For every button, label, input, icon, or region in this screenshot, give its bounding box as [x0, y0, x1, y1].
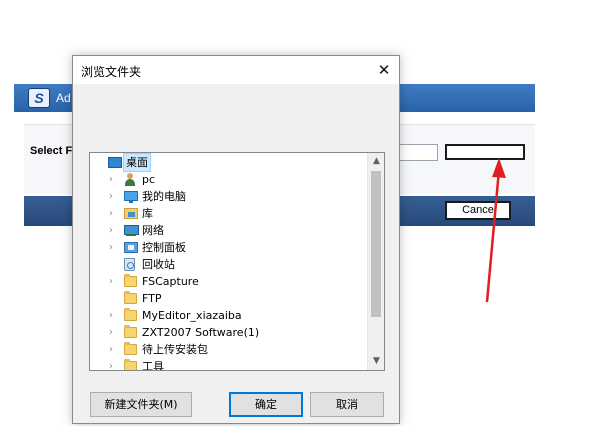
desktop-icon — [108, 157, 122, 168]
folder-icon — [124, 342, 137, 355]
library-icon — [124, 208, 138, 219]
recycle-bin-icon — [124, 258, 135, 271]
app-logo-icon: S — [28, 88, 50, 108]
dialog-title: 浏览文件夹 — [81, 65, 142, 79]
expand-chevron-icon[interactable]: › — [106, 205, 116, 222]
user-icon — [124, 173, 136, 186]
tree-item[interactable]: › 待上传安装包 — [90, 341, 369, 358]
tree-item[interactable]: 桌面 — [90, 153, 369, 172]
tree-item-label: FTP — [142, 292, 162, 305]
tree-scrollbar[interactable]: ▲ ▼ — [367, 153, 384, 370]
tree-item[interactable]: › 库 — [90, 205, 369, 222]
dialog-titlebar: 浏览文件夹 ✕ — [73, 56, 399, 84]
tree-item-label: 网络 — [142, 224, 164, 237]
browse-folder-dialog: 浏览文件夹 ✕ 桌面 › pc › 我的电脑 › 库 › 网络 › 控制面板 回收站 › FSCaptur… — [72, 55, 400, 424]
select-file-label: Select Fi — [30, 145, 76, 157]
scroll-up-icon[interactable]: ▲ — [368, 153, 384, 170]
tree-item-label: 工具 — [142, 360, 164, 371]
close-icon[interactable]: ✕ — [369, 56, 399, 84]
folder-icon — [124, 325, 137, 338]
expand-chevron-icon[interactable]: › — [106, 324, 116, 341]
folder-icon — [124, 274, 137, 287]
folder-icon — [124, 359, 137, 370]
tree-item[interactable]: › pc — [90, 171, 369, 188]
tree-item[interactable]: 回收站 — [90, 256, 369, 273]
tree-item[interactable]: › 控制面板 — [90, 239, 369, 256]
tree-item[interactable]: › 网络 — [90, 222, 369, 239]
new-folder-button[interactable]: 新建文件夹(M) — [90, 392, 192, 417]
scrollbar-thumb[interactable] — [371, 171, 381, 317]
tree-item[interactable]: FTP — [90, 290, 369, 307]
folder-tree[interactable]: 桌面 › pc › 我的电脑 › 库 › 网络 › 控制面板 回收站 › FSCapture FTP › MyE… — [89, 152, 385, 371]
ok-button[interactable]: 确定 — [229, 392, 303, 417]
scroll-down-icon[interactable]: ▼ — [368, 353, 384, 370]
browse-button[interactable] — [445, 144, 525, 160]
expand-chevron-icon[interactable]: › — [106, 358, 116, 370]
tree-item-label: 桌面 — [123, 153, 151, 172]
expand-chevron-icon[interactable]: › — [106, 239, 116, 256]
tree-item-label: FSCapture — [142, 275, 199, 288]
expand-chevron-icon[interactable]: › — [106, 188, 116, 205]
tree-item[interactable]: › 工具 — [90, 358, 369, 371]
tree-item[interactable]: › ZXT2007 Software(1) — [90, 324, 369, 341]
expand-chevron-icon[interactable]: › — [106, 341, 116, 358]
tree-item-label: MyEditor_xiazaiba — [142, 309, 242, 322]
tree-item-label: 回收站 — [142, 258, 175, 271]
computer-icon — [124, 191, 138, 203]
tree-item-label: 控制面板 — [142, 241, 186, 254]
tree-item-label: 待上传安装包 — [142, 343, 208, 356]
control-panel-icon — [124, 242, 138, 253]
tree-item[interactable]: › 我的电脑 — [90, 188, 369, 205]
tree-item-label: 库 — [142, 207, 153, 220]
tree-item[interactable]: › FSCapture — [90, 273, 369, 290]
tree-item-label: ZXT2007 Software(1) — [142, 326, 260, 339]
background-app-title: Ad — [56, 91, 71, 105]
folder-tree-list: 桌面 › pc › 我的电脑 › 库 › 网络 › 控制面板 回收站 › FSCapture FTP › MyE… — [90, 153, 369, 371]
cancel-button[interactable]: 取消 — [310, 392, 384, 417]
folder-icon — [124, 291, 137, 304]
expand-chevron-icon[interactable]: › — [106, 222, 116, 239]
expand-chevron-icon[interactable]: › — [106, 171, 116, 188]
network-icon — [124, 225, 139, 236]
expand-chevron-icon[interactable]: › — [106, 273, 116, 290]
folder-icon — [124, 308, 137, 321]
tree-item[interactable]: › MyEditor_xiazaiba — [90, 307, 369, 324]
background-cancel-button[interactable]: Cance — [445, 201, 511, 220]
expand-chevron-icon[interactable]: › — [106, 307, 116, 324]
tree-item-label: 我的电脑 — [142, 190, 186, 203]
tree-item-label: pc — [142, 173, 156, 186]
